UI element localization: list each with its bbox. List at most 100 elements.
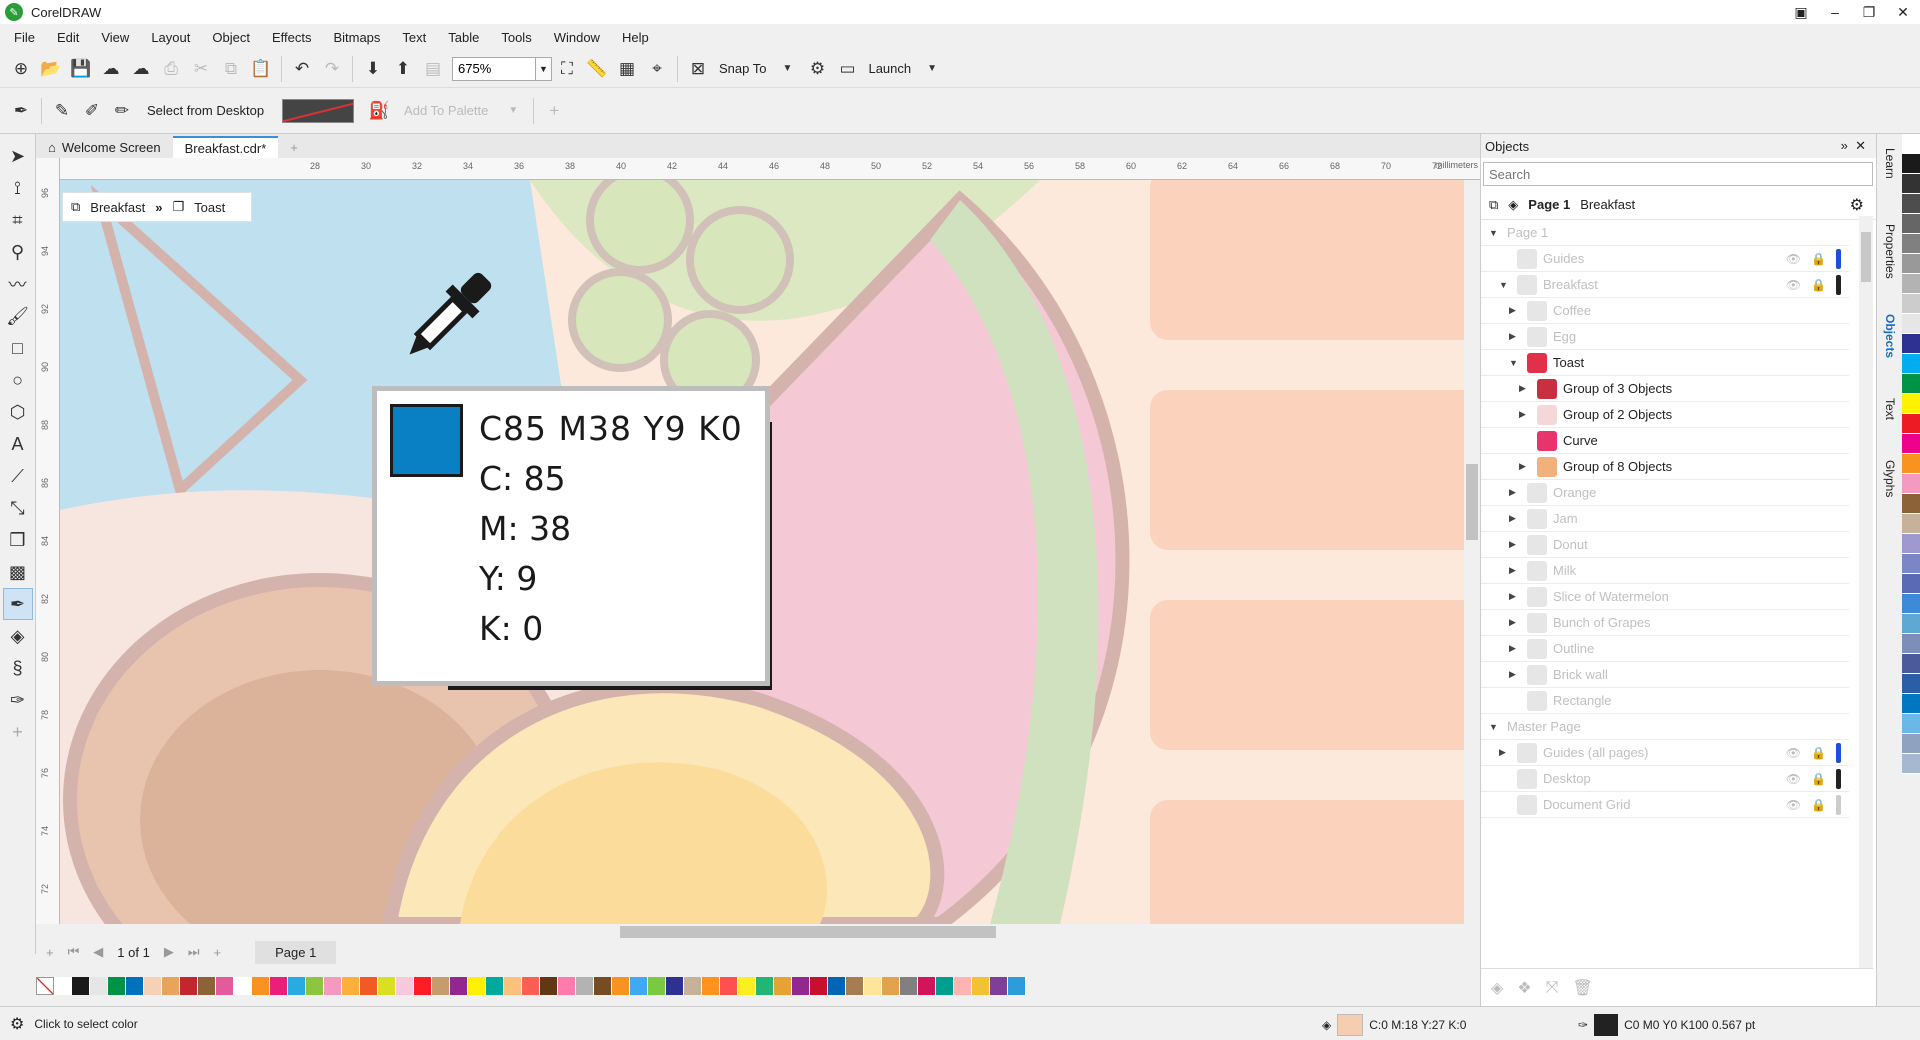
- eyedropper-mode-icon[interactable]: ✒: [6, 96, 36, 126]
- palette-swatch[interactable]: [396, 977, 414, 995]
- shape-tool-icon[interactable]: ⟟: [3, 172, 33, 204]
- palette-swatch[interactable]: [90, 977, 108, 995]
- palette-swatch[interactable]: [1008, 977, 1026, 995]
- objects-scroll-thumb[interactable]: [1861, 232, 1871, 282]
- cut-icon[interactable]: ✂: [186, 54, 216, 84]
- palette-swatch[interactable]: [270, 977, 288, 995]
- palette-swatch[interactable]: [1902, 334, 1920, 354]
- object-row[interactable]: ▶ Outline: [1481, 636, 1849, 662]
- menu-object[interactable]: Object: [212, 30, 250, 45]
- menu-help[interactable]: Help: [622, 30, 649, 45]
- palette-swatch[interactable]: [540, 977, 558, 995]
- palette-swatch[interactable]: [936, 977, 954, 995]
- palette-swatch[interactable]: [630, 977, 648, 995]
- palette-swatch[interactable]: [1902, 454, 1920, 474]
- object-row[interactable]: Curve: [1481, 428, 1849, 454]
- object-row[interactable]: ▶ Group of 3 Objects: [1481, 376, 1849, 402]
- artistic-media-tool-icon[interactable]: 🖌: [3, 300, 33, 332]
- palette-swatch[interactable]: [1902, 754, 1920, 774]
- ellipse-tool-icon[interactable]: ○: [3, 364, 33, 396]
- collapse-arrow-icon[interactable]: ▼: [1499, 280, 1511, 290]
- palette-swatch[interactable]: [1902, 734, 1920, 754]
- expand-arrow-icon[interactable]: ▶: [1509, 487, 1521, 498]
- palette-swatch[interactable]: [882, 977, 900, 995]
- next-page-icon[interactable]: ▶: [164, 944, 174, 960]
- export-icon[interactable]: ⬆: [388, 54, 418, 84]
- dimension-tool-icon[interactable]: ⟋: [3, 460, 33, 492]
- collapse-arrow-icon[interactable]: ▼: [1509, 358, 1521, 368]
- breadcrumb-layer[interactable]: Breakfast: [90, 200, 145, 215]
- menu-file[interactable]: File: [14, 30, 35, 45]
- palette-swatch[interactable]: [1902, 494, 1920, 514]
- expand-arrow-icon[interactable]: ▶: [1509, 305, 1521, 316]
- expand-arrow-icon[interactable]: ▶: [1509, 643, 1521, 654]
- page-select-icon[interactable]: ⧉: [1489, 197, 1498, 213]
- expand-arrow-icon[interactable]: ▶: [1509, 539, 1521, 550]
- palette-swatch[interactable]: [1902, 374, 1920, 394]
- add-icon[interactable]: +: [539, 96, 569, 126]
- redo-icon[interactable]: ↷: [317, 54, 347, 84]
- palette-swatch[interactable]: [252, 977, 270, 995]
- horizontal-ruler[interactable]: 28 30 32 34 36 38 40 42 44 46 48 50 52 54 56 58 60 62 64 66…: [60, 158, 1480, 180]
- breadcrumb-object[interactable]: Toast: [194, 200, 225, 215]
- tab-welcome-screen[interactable]: ⌂ Welcome Screen: [36, 136, 173, 158]
- palette-swatch[interactable]: [828, 977, 846, 995]
- palette-swatch[interactable]: [864, 977, 882, 995]
- palette-swatch[interactable]: [1902, 694, 1920, 714]
- lock-icon[interactable]: 🔒: [1811, 278, 1826, 292]
- fill-color-swatch[interactable]: [1337, 1014, 1364, 1036]
- palette-swatch[interactable]: [378, 977, 396, 995]
- object-row[interactable]: ▶ Coffee: [1481, 298, 1849, 324]
- print-icon[interactable]: ⎙: [156, 54, 186, 84]
- palette-swatch[interactable]: [54, 977, 72, 995]
- palette-swatch[interactable]: [1902, 594, 1920, 614]
- add-tool-icon[interactable]: +: [3, 716, 33, 748]
- palette-swatch[interactable]: [900, 977, 918, 995]
- palette-swatch[interactable]: [1902, 474, 1920, 494]
- visibility-icon[interactable]: 👁: [1786, 798, 1801, 812]
- object-row[interactable]: ▼ Toast: [1481, 350, 1849, 376]
- rulers-icon[interactable]: 📏: [582, 54, 612, 84]
- docker-options-gear-icon[interactable]: ⚙: [1850, 195, 1864, 215]
- smart-fill-tool-icon[interactable]: §: [3, 652, 33, 684]
- side-tab-learn[interactable]: Learn: [1879, 148, 1901, 179]
- palette-swatch[interactable]: [468, 977, 486, 995]
- palette-swatch[interactable]: [558, 977, 576, 995]
- palette-swatch[interactable]: [846, 977, 864, 995]
- expand-arrow-icon[interactable]: ▶: [1509, 331, 1521, 342]
- palette-swatch[interactable]: [612, 977, 630, 995]
- expand-arrow-icon[interactable]: ▶: [1509, 565, 1521, 576]
- palette-swatch[interactable]: [1902, 414, 1920, 434]
- menu-layout[interactable]: Layout: [151, 30, 190, 45]
- new-tab-button[interactable]: +: [278, 136, 310, 158]
- palette-swatch[interactable]: [702, 977, 720, 995]
- palette-swatch[interactable]: [1902, 714, 1920, 734]
- object-row[interactable]: ▼ Master Page: [1481, 714, 1849, 740]
- collapse-arrow-icon[interactable]: ▼: [1489, 228, 1501, 238]
- lock-icon[interactable]: 🔒: [1811, 798, 1826, 812]
- palette-swatch[interactable]: [486, 977, 504, 995]
- palette-swatch[interactable]: [1902, 254, 1920, 274]
- expand-docker-icon[interactable]: »: [1841, 138, 1848, 153]
- menu-window[interactable]: Window: [554, 30, 600, 45]
- palette-swatch[interactable]: [1902, 134, 1920, 154]
- menu-bitmaps[interactable]: Bitmaps: [333, 30, 380, 45]
- new-layer-icon[interactable]: ◈: [1491, 978, 1503, 998]
- palette-swatch[interactable]: [720, 977, 738, 995]
- expand-arrow-icon[interactable]: ▶: [1519, 409, 1531, 420]
- new-document-icon[interactable]: ⊕: [6, 54, 36, 84]
- menu-tools[interactable]: Tools: [501, 30, 531, 45]
- maximize-button[interactable]: ❐: [1852, 0, 1886, 24]
- palette-swatch[interactable]: [162, 977, 180, 995]
- no-color-swatch[interactable]: [36, 977, 54, 995]
- side-tab-objects[interactable]: Objects: [1879, 314, 1901, 358]
- last-page-icon[interactable]: ⏭: [188, 944, 200, 960]
- menu-edit[interactable]: Edit: [57, 30, 79, 45]
- objects-scrollbar[interactable]: [1859, 216, 1873, 968]
- palette-swatch[interactable]: [1902, 174, 1920, 194]
- launch-icon[interactable]: ▭: [832, 54, 862, 84]
- close-button[interactable]: ✕: [1886, 0, 1920, 24]
- expand-arrow-icon[interactable]: ▶: [1509, 513, 1521, 524]
- lock-icon[interactable]: 🔒: [1811, 746, 1826, 760]
- side-tab-text[interactable]: Text: [1879, 398, 1901, 420]
